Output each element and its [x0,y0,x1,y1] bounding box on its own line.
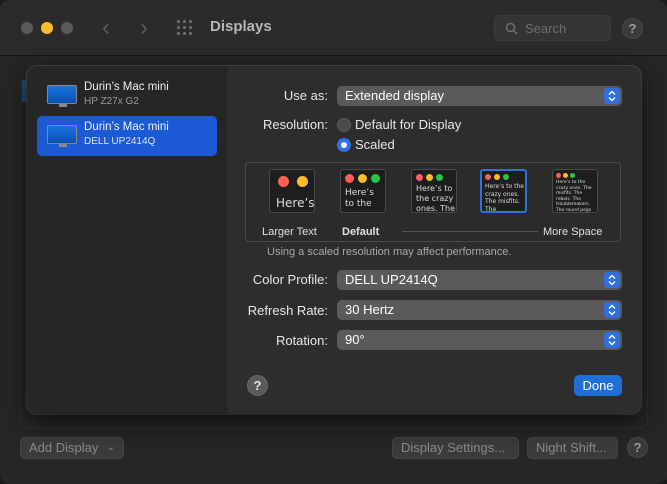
close-window-button[interactable] [21,22,33,34]
color-profile-label: Color Profile: [252,272,328,287]
display-sidebar: Durin’s Mac mini HP Z27x G2 Durin’s Mac … [27,66,227,414]
scale-option-1[interactable]: Here’s [269,169,315,213]
monitor-icon [47,125,77,147]
preview-text: Here’s [276,196,315,210]
footer-help-button[interactable]: ? [627,437,648,458]
display-name: Durin’s Mac mini [84,121,169,133]
refresh-rate-value: 30 Hertz [345,302,395,317]
green-dot-icon [371,174,380,183]
more-space-caption: More Space [543,226,603,238]
preview-text: Here’s to the crazy ones. The misfits. T… [485,183,524,213]
use-as-label: Use as: [283,88,328,103]
resolution-label: Resolution: [262,117,328,132]
red-dot-icon [345,174,354,183]
use-as-value: Extended display [345,88,445,103]
popup-stepper-icon [604,332,620,348]
use-as-popup[interactable]: Extended display [337,86,622,106]
yellow-dot-icon [426,174,433,181]
popup-stepper-icon [604,272,620,288]
forward-arrow-icon[interactable]: › [140,14,148,42]
display-settings-sheet: Durin’s Mac mini HP Z27x G2 Durin’s Mac … [27,66,641,414]
rotation-popup[interactable]: 90° [337,330,622,350]
refresh-rate-label: Refresh Rate: [247,303,328,318]
rotation-value: 90° [345,332,365,347]
green-dot-icon [436,174,443,181]
green-dot-icon [570,173,575,178]
scale-option-5[interactable]: Here’s to the crazy ones. The misfits. T… [552,169,598,213]
search-field[interactable]: Search [494,15,611,41]
yellow-dot-icon [297,176,308,187]
sidebar-display-hp[interactable]: Durin’s Mac mini HP Z27x G2 [37,76,217,116]
display-model: DELL UP2414Q [84,136,156,147]
radio-default-for-display[interactable] [337,118,351,132]
done-button[interactable]: Done [574,375,622,396]
default-caption: Default [342,226,380,238]
preview-text: Here’s to the crazy ones. The misfits [345,188,374,212]
window-help-button[interactable]: ? [622,18,643,39]
scale-divider-line [402,231,538,232]
back-arrow-icon[interactable]: ‹ [102,14,110,42]
rotation-label: Rotation: [275,333,328,348]
scale-option-2[interactable]: Here’s to the crazy ones. The misfits [340,169,386,213]
red-dot-icon [556,173,561,178]
red-dot-icon [278,176,289,187]
title-bar: ‹ › Displays Search ? [0,0,667,56]
scale-option-3[interactable]: Here’s to the crazy ones. The misfits [411,169,457,213]
performance-note: Using a scaled resolution may affect per… [267,246,512,258]
scaled-label: Scaled [355,137,395,152]
red-dot-icon [485,174,491,180]
search-placeholder: Search [525,21,567,36]
color-profile-popup[interactable]: DELL UP2414Q [337,270,622,290]
chevron-down-icon: ⌄ [106,442,115,453]
display-name: Durin’s Mac mini [84,81,169,93]
night-shift-button[interactable]: Night Shift... [527,437,618,459]
window-title: Displays [210,18,272,35]
red-dot-icon [416,174,423,181]
display-thumbnail-edge [22,80,26,102]
display-model: HP Z27x G2 [84,96,139,107]
search-icon [505,22,518,35]
yellow-dot-icon [494,174,500,180]
refresh-rate-popup[interactable]: 30 Hertz [337,300,622,320]
display-settings-button[interactable]: Display Settings... [392,437,519,459]
scale-preview-picker: Here’s Here’s to the crazy ones. The mis… [245,162,621,242]
yellow-dot-icon [358,174,367,183]
system-preferences-window: ‹ › Displays Search ? Add Display ⌄ Disp… [0,0,667,484]
popup-stepper-icon [604,88,620,104]
color-profile-value: DELL UP2414Q [345,272,438,287]
monitor-icon [47,85,77,107]
scale-option-4-selected[interactable]: Here’s to the crazy ones. The misfits. T… [480,169,527,213]
show-all-grid-icon[interactable] [177,20,195,38]
larger-text-caption: Larger Text [262,226,317,238]
zoom-window-button[interactable] [61,22,73,34]
preview-text: Here’s to the crazy ones. The misfits. T… [556,180,592,213]
sheet-help-button[interactable]: ? [247,375,268,396]
add-display-button[interactable]: Add Display ⌄ [20,437,124,459]
yellow-dot-icon [563,173,568,178]
preview-text: Here’s to the crazy ones. The misfits [416,184,456,213]
green-dot-icon [503,174,509,180]
radio-scaled[interactable] [337,138,351,152]
default-for-display-label: Default for Display [355,117,462,132]
popup-stepper-icon [604,302,620,318]
minimize-window-button[interactable] [41,22,53,34]
add-display-label: Add Display [29,440,99,455]
sidebar-display-dell[interactable]: Durin’s Mac mini DELL UP2414Q [37,116,217,156]
